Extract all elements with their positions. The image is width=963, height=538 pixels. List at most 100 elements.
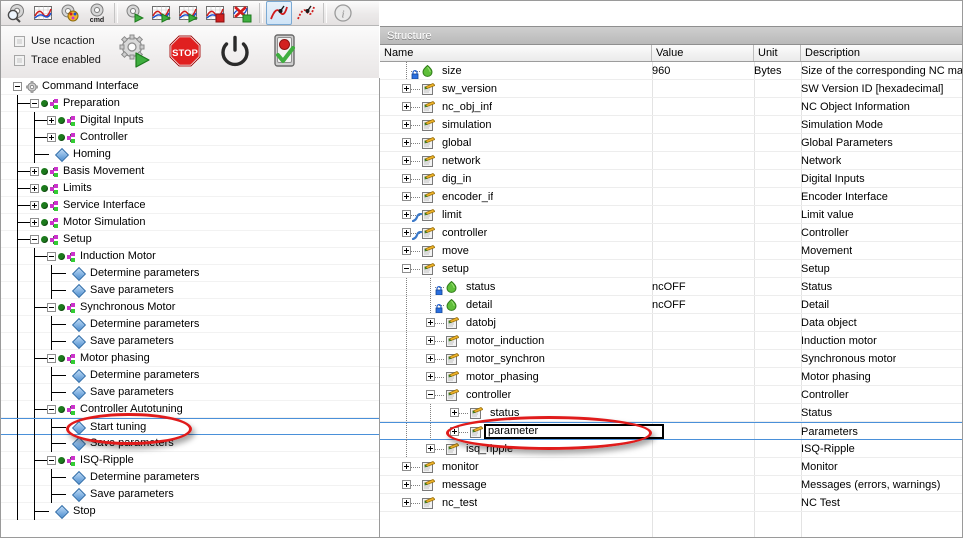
expand-icon[interactable] [30,184,39,193]
tree-item[interactable]: Controller [0,129,379,146]
table-row[interactable]: isq_ripple ISQ-Ripple [380,440,963,458]
expand-icon[interactable] [402,174,411,183]
tree-item[interactable]: ISQ-Ripple [0,452,379,469]
expand-icon[interactable] [402,120,411,129]
expand-icon[interactable] [47,133,56,142]
cmd-icon[interactable]: cmd [84,1,110,25]
expand-icon[interactable] [402,102,411,111]
expand-icon[interactable] [426,336,435,345]
table-row[interactable]: controller Controller [380,224,963,242]
gear-play-icon[interactable] [121,1,147,25]
chart-stop-icon[interactable] [202,1,228,25]
table-row[interactable]: size 960 Bytes Size of the corresponding NC… [380,62,963,80]
table-row[interactable]: nc_obj_inf NC Object Information [380,98,963,116]
chart-icon[interactable] [30,1,56,25]
table-row[interactable]: status ncOFF Status [380,278,963,296]
expand-icon[interactable] [450,427,459,436]
checkbox-use-ncaction[interactable]: Use ncaction [14,35,95,47]
table-row[interactable]: detail ncOFF Detail [380,296,963,314]
table-row[interactable]: message Messages (errors, warnings) [380,476,963,494]
table-row[interactable]: datobj Data object [380,314,963,332]
tree-item[interactable]: Service Interface [0,197,379,214]
collapse-icon[interactable] [47,405,56,414]
expand-icon[interactable] [402,498,411,507]
expand-icon[interactable] [30,218,39,227]
expand-icon[interactable] [402,462,411,471]
collapse-icon[interactable] [30,235,39,244]
curve-dotted-icon[interactable] [293,1,319,25]
table-row[interactable]: motor_induction Induction motor [380,332,963,350]
tree-item[interactable]: Determine parameters [0,265,379,282]
gear-start-icon[interactable] [116,30,154,72]
table-row[interactable]: move Movement [380,242,963,260]
tree-item[interactable]: Save parameters [0,333,379,350]
tree-item[interactable]: Determine parameters [0,367,379,384]
expand-icon[interactable] [402,138,411,147]
chart-delete-icon[interactable] [229,1,255,25]
chart-play-2-icon[interactable] [175,1,201,25]
column-header-description[interactable]: Description [801,45,963,61]
tree-item[interactable]: Basis Movement [0,163,379,180]
table-row[interactable]: status Status [380,404,963,422]
table-row[interactable]: setup Setup [380,260,963,278]
table-row[interactable]: network Network [380,152,963,170]
expand-icon[interactable] [30,201,39,210]
table-row[interactable]: dig_in Digital Inputs [380,170,963,188]
checkbox-trace-enabled[interactable]: Trace enabled [14,54,101,66]
collapse-icon[interactable] [426,390,435,399]
expand-icon[interactable] [426,444,435,453]
tree-item[interactable]: Induction Motor [0,248,379,265]
curve-solid-icon[interactable] [266,0,292,25]
table-row[interactable]: encoder_if Encoder Interface [380,188,963,206]
column-header-unit[interactable]: Unit [754,45,801,61]
chart-play-1-icon[interactable] [148,1,174,25]
table-row[interactable]: simulation Simulation Mode [380,116,963,134]
stop-sign-icon[interactable]: STOP [166,30,204,72]
expand-icon[interactable] [402,156,411,165]
table-row[interactable]: global Global Parameters [380,134,963,152]
table-row-selected[interactable]: parameter Parameters [380,422,963,441]
tree-item[interactable]: Synchronous Motor [0,299,379,316]
tree-item[interactable]: Save parameters [0,282,379,299]
collapse-icon[interactable] [47,456,56,465]
expand-icon[interactable] [450,408,459,417]
tree-item[interactable]: Controller Autotuning [0,401,379,418]
expand-icon[interactable] [402,228,411,237]
tree-item[interactable]: Setup [0,231,379,248]
expand-icon[interactable] [402,84,411,93]
expand-icon[interactable] [426,354,435,363]
tree-item[interactable]: Save parameters [0,486,379,503]
table-row[interactable]: sw_version SW Version ID [hexadecimal] [380,80,963,98]
checkbox-box[interactable] [14,54,25,66]
expand-icon[interactable] [402,210,411,219]
table-row[interactable]: motor_phasing Motor phasing [380,368,963,386]
tree-item[interactable]: Determine parameters [0,469,379,486]
expand-icon[interactable] [402,480,411,489]
table-row[interactable]: motor_synchron Synchronous motor [380,350,963,368]
structure-grid[interactable]: size 960 Bytes Size of the corresponding NC… [380,62,963,538]
collapse-icon[interactable] [13,82,22,91]
column-header-value[interactable]: Value [652,45,754,61]
tree-item[interactable]: Motor Simulation [0,214,379,231]
tree-item[interactable]: Motor phasing [0,350,379,367]
tree-item[interactable]: Determine parameters [0,316,379,333]
tree-item[interactable]: Preparation [0,95,379,112]
tree-item[interactable]: Limits [0,180,379,197]
collapse-icon[interactable] [47,252,56,261]
table-row[interactable]: nc_test NC Test [380,494,963,512]
power-icon[interactable] [216,30,254,72]
expand-icon[interactable] [402,246,411,255]
name-edit-input[interactable]: parameter [484,424,664,439]
structure-column-headers[interactable]: Name Value Unit Description [380,45,963,62]
tree-item[interactable]: Homing [0,146,379,163]
column-header-name[interactable]: Name [380,45,652,61]
tree-item[interactable]: Stop [0,503,379,520]
paint-icon[interactable] [57,1,83,25]
table-row[interactable]: monitor Monitor [380,458,963,476]
inspect-icon[interactable] [3,1,29,25]
tree-item[interactable]: Command Interface [0,78,379,95]
expand-icon[interactable] [402,192,411,201]
tree-item[interactable]: Save parameters [0,435,379,452]
collapse-icon[interactable] [402,264,411,273]
tree-item[interactable]: Digital Inputs [0,112,379,129]
